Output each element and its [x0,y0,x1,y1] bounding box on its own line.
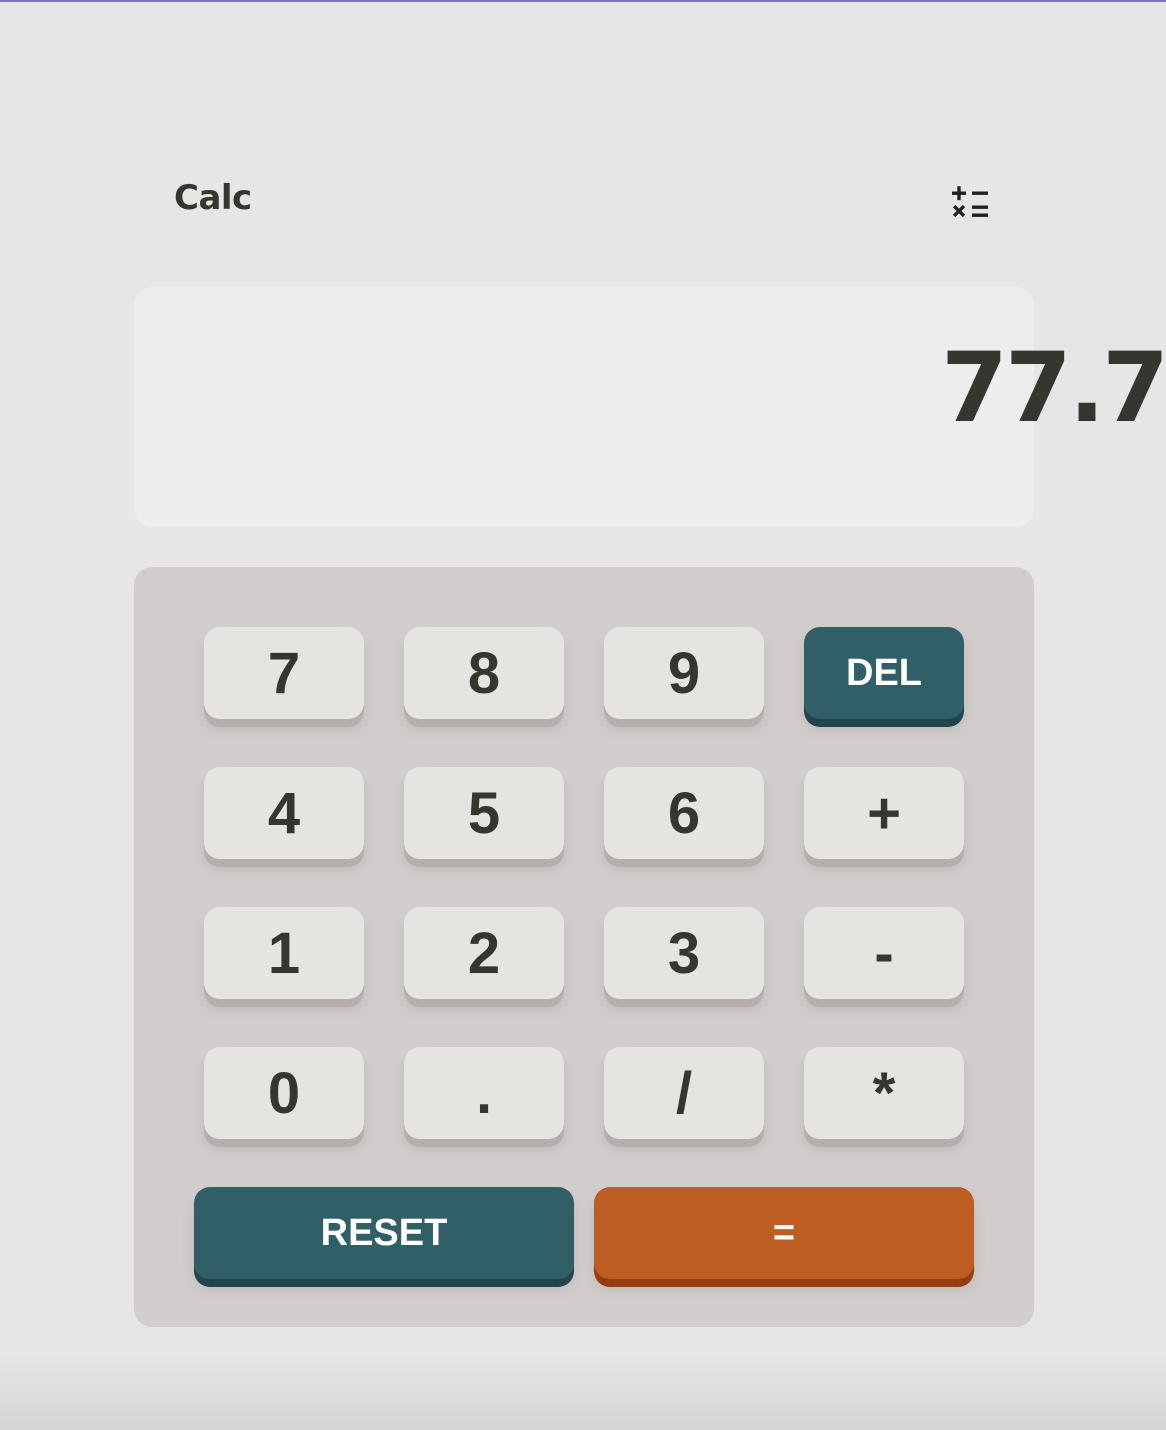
reset-button[interactable]: RESET [194,1187,574,1279]
key-4[interactable]: 4 [204,767,364,859]
key-5[interactable]: 5 [404,767,564,859]
keypad: 7 8 9 DEL 4 5 6 + 1 2 3 - 0 . / * RESET … [134,567,1034,1327]
key-7[interactable]: 7 [204,627,364,719]
equals-button[interactable]: = [594,1187,974,1279]
key-1[interactable]: 1 [204,907,364,999]
app-title: Calc [174,178,252,218]
plus-button[interactable]: + [804,767,964,859]
key-0[interactable]: 0 [204,1047,364,1139]
math-operators-icon [952,186,988,218]
key-8[interactable]: 8 [404,627,564,719]
key-2[interactable]: 2 [404,907,564,999]
key-9[interactable]: 9 [604,627,764,719]
minus-button[interactable]: - [804,907,964,999]
divide-button[interactable]: / [604,1047,764,1139]
multiply-button[interactable]: * [804,1047,964,1139]
display-panel [134,287,1034,527]
window-top-border [0,0,1166,2]
decimal-button[interactable]: . [404,1047,564,1139]
window-bottom-shade [0,1350,1166,1430]
delete-button[interactable]: DEL [804,627,964,719]
key-6[interactable]: 6 [604,767,764,859]
display-value: 77.7 [941,332,1166,444]
key-3[interactable]: 3 [604,907,764,999]
